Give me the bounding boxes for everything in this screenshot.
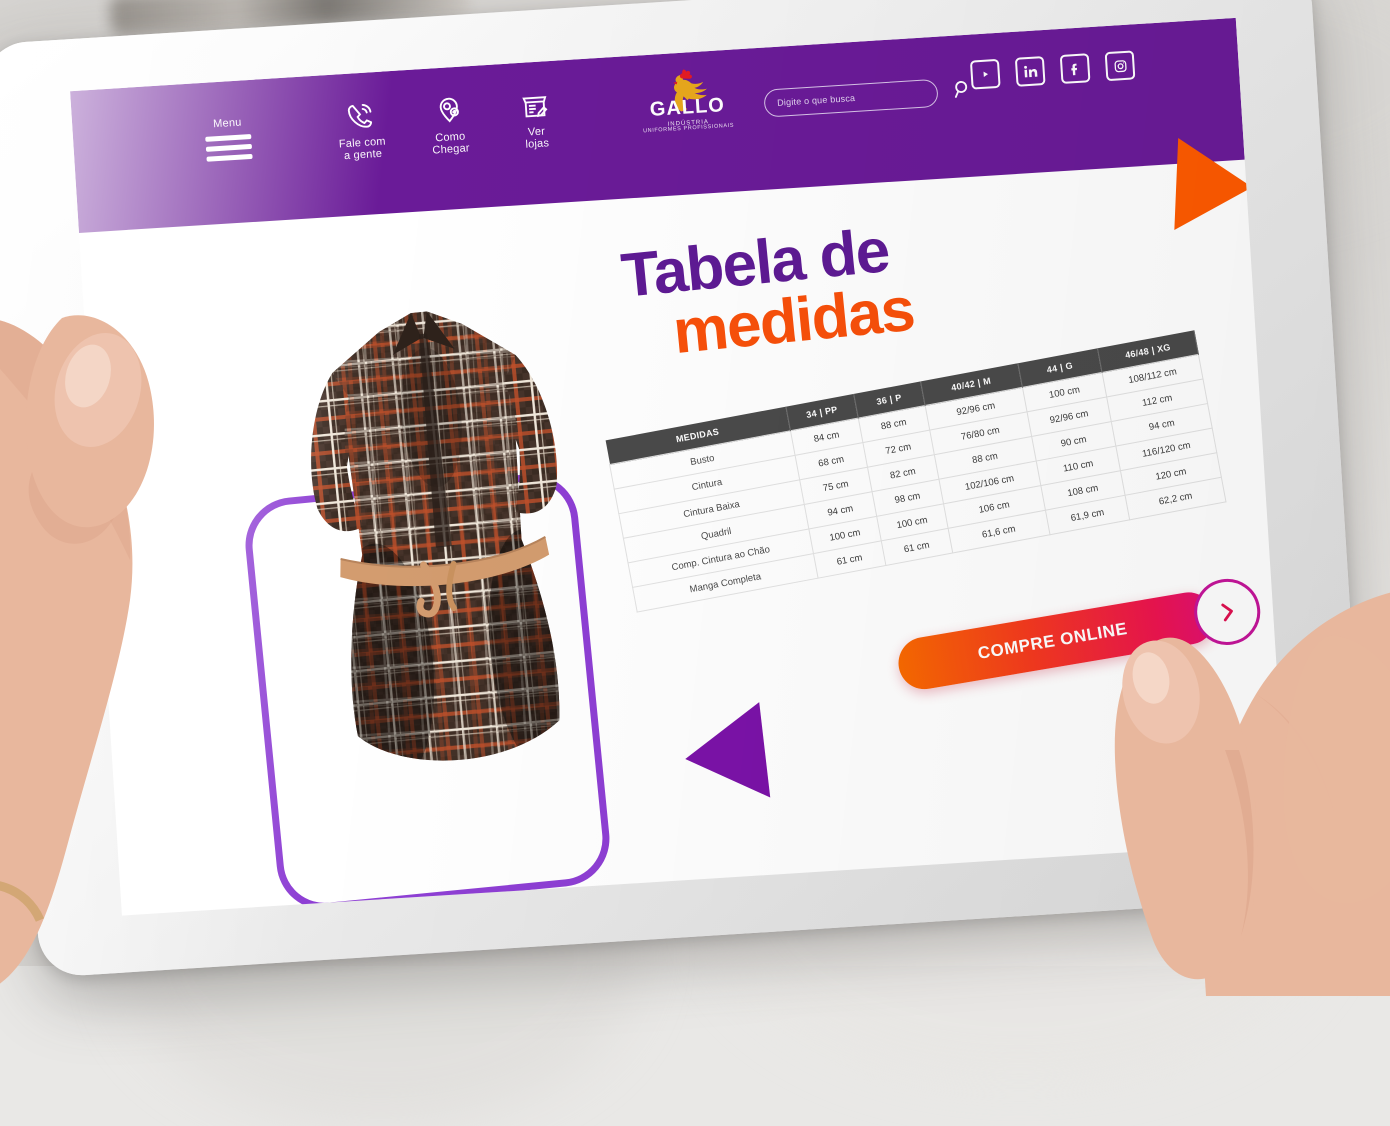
nav-label-stores: Ver lojas	[525, 125, 550, 151]
nav-item-stores[interactable]: Ver lojas	[519, 89, 553, 151]
rooster-logo-icon: GALLO	[649, 69, 725, 121]
phone-icon	[345, 100, 377, 132]
social-links[interactable]	[969, 50, 1136, 90]
pointing-finger	[1114, 637, 1258, 980]
triangle-right-decoration	[1174, 138, 1255, 234]
nav-item-contact[interactable]: Fale com a gente	[336, 100, 387, 163]
search-placeholder: Digite o que busca	[776, 92, 856, 108]
size-chart-table: MEDIDAS 34 | PP 36 | P 40/42 | M 44 | G …	[604, 330, 1227, 613]
facebook-icon[interactable]	[1059, 53, 1091, 84]
site-header: Menu Fale com a gente Como Chegar Ver lo…	[70, 17, 1245, 233]
linkedin-icon[interactable]	[1014, 56, 1046, 87]
nav-label-contact: Fale com a gente	[338, 135, 387, 163]
page-title: Tabela de medidas	[618, 216, 916, 368]
store-icon	[519, 89, 551, 121]
nav-item-directions[interactable]: Como Chegar	[429, 94, 471, 157]
brand-logo[interactable]: GALLO INDÚSTRIA UNIFORMES PROFISSIONAIS	[625, 63, 749, 135]
instagram-icon[interactable]	[1104, 50, 1136, 82]
youtube-icon[interactable]	[969, 58, 1001, 90]
triangle-left-decoration	[679, 702, 771, 807]
nav-label-menu: Menu	[212, 116, 242, 131]
svg-text:GALLO: GALLO	[649, 94, 725, 121]
search-area[interactable]: Digite o que busca	[763, 77, 974, 118]
product-image-dress	[308, 301, 574, 771]
search-input[interactable]: Digite o que busca	[763, 78, 939, 118]
sidebar-item-menu[interactable]: Menu	[204, 116, 253, 162]
nav-label-directions: Como Chegar	[432, 130, 471, 157]
measurements-table: MEDIDAS 34 | PP 36 | P 40/42 | M 44 | G …	[604, 330, 1227, 613]
map-pin-icon	[433, 95, 465, 127]
hamburger-menu-icon[interactable]	[205, 133, 253, 162]
